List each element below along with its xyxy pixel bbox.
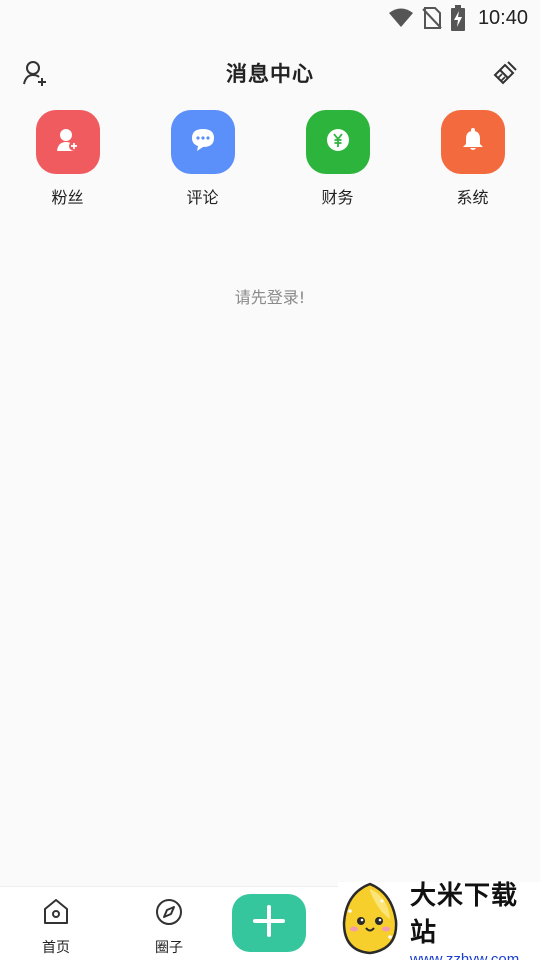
comments-icon-tile[interactable] xyxy=(170,110,235,174)
header: 消息中心 xyxy=(0,50,540,96)
add-post-button[interactable] xyxy=(232,894,306,952)
watermark-url: www.zzhyw.com xyxy=(410,950,520,960)
user-add-icon xyxy=(55,127,81,157)
category-grid: 粉丝 评论 财务 系统 xyxy=(0,110,540,210)
bell-icon xyxy=(460,127,486,157)
compass-icon xyxy=(154,897,184,931)
battery-charging-icon xyxy=(450,5,466,31)
finance-icon-tile[interactable] xyxy=(305,110,370,174)
login-prompt: 请先登录! xyxy=(234,288,306,307)
system-icon-tile[interactable] xyxy=(440,110,505,174)
watermark-title: 大米下载站 xyxy=(410,880,519,948)
fans-icon-tile[interactable] xyxy=(35,110,100,174)
plus-icon xyxy=(252,904,286,942)
status-time: 10:40 xyxy=(477,6,528,29)
watermark-text: 大米下载站 www.zzhyw.com xyxy=(410,875,540,960)
tab-circle[interactable]: 圈子 xyxy=(129,897,209,957)
category-label: 财务 xyxy=(321,188,354,207)
yuan-icon xyxy=(325,127,351,157)
category-system[interactable]: 系统 xyxy=(405,110,540,210)
category-label: 粉丝 xyxy=(51,188,84,207)
tab-label: 圈子 xyxy=(155,940,183,956)
page-title: 消息中心 xyxy=(226,62,314,86)
clear-brush-icon[interactable] xyxy=(490,58,520,88)
category-finance[interactable]: 财务 xyxy=(270,110,405,210)
status-bar: 10:40 xyxy=(0,0,540,36)
wifi-icon xyxy=(388,7,414,29)
category-label: 系统 xyxy=(456,188,489,207)
add-user-icon[interactable] xyxy=(20,58,50,88)
category-comments[interactable]: 评论 xyxy=(135,110,270,210)
category-label: 评论 xyxy=(186,188,219,207)
no-sim-icon xyxy=(422,6,442,30)
watermark: 大米下载站 www.zzhyw.com xyxy=(338,881,540,960)
home-icon xyxy=(41,897,71,931)
chat-bubble-icon xyxy=(190,127,216,157)
tab-home[interactable]: 首页 xyxy=(16,897,96,957)
mascot-logo xyxy=(338,881,402,960)
tab-label: 首页 xyxy=(42,940,70,956)
category-fans[interactable]: 粉丝 xyxy=(0,110,135,210)
